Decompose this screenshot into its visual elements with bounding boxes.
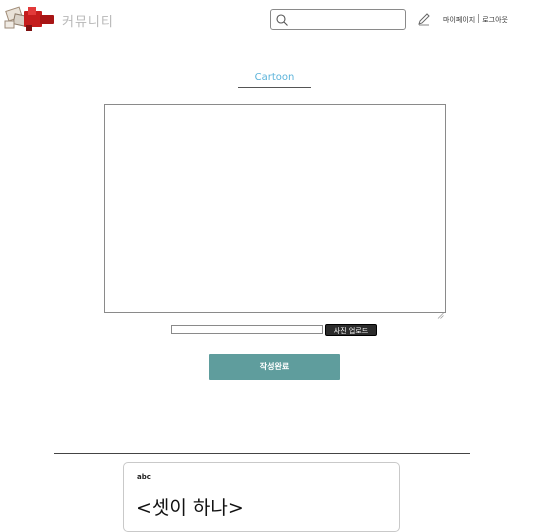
brand-name[interactable]: 커뮤니티: [62, 11, 114, 30]
link-separator: [478, 14, 480, 23]
search-input[interactable]: [293, 12, 401, 27]
resize-grip-icon[interactable]: [437, 304, 444, 319]
logout-link[interactable]: 로그아웃: [482, 16, 508, 24]
section-divider: [54, 453, 470, 454]
file-path-field[interactable]: [171, 325, 323, 334]
photo-upload-button[interactable]: 사진 업로드: [325, 324, 377, 336]
pencil-icon[interactable]: [417, 11, 431, 26]
search-icon[interactable]: [275, 12, 289, 26]
post-card[interactable]: abc <셋이 하나>: [123, 462, 400, 532]
category-underline: [238, 87, 311, 88]
category-label: Cartoon: [254, 72, 295, 83]
mypage-link[interactable]: 마이페이지: [443, 16, 475, 24]
site-logo[interactable]: [4, 5, 58, 33]
content-textarea-box[interactable]: [104, 104, 446, 319]
post-title[interactable]: <셋이 하나>: [136, 493, 244, 520]
post-author: abc: [137, 473, 151, 481]
search-box[interactable]: [270, 9, 406, 30]
header: 커뮤니티 마이페이지 로그아웃: [0, 0, 550, 40]
submit-button[interactable]: 작성완료: [209, 354, 340, 380]
content-textarea[interactable]: [105, 105, 445, 312]
user-links: 마이페이지 로그아웃: [443, 14, 508, 25]
